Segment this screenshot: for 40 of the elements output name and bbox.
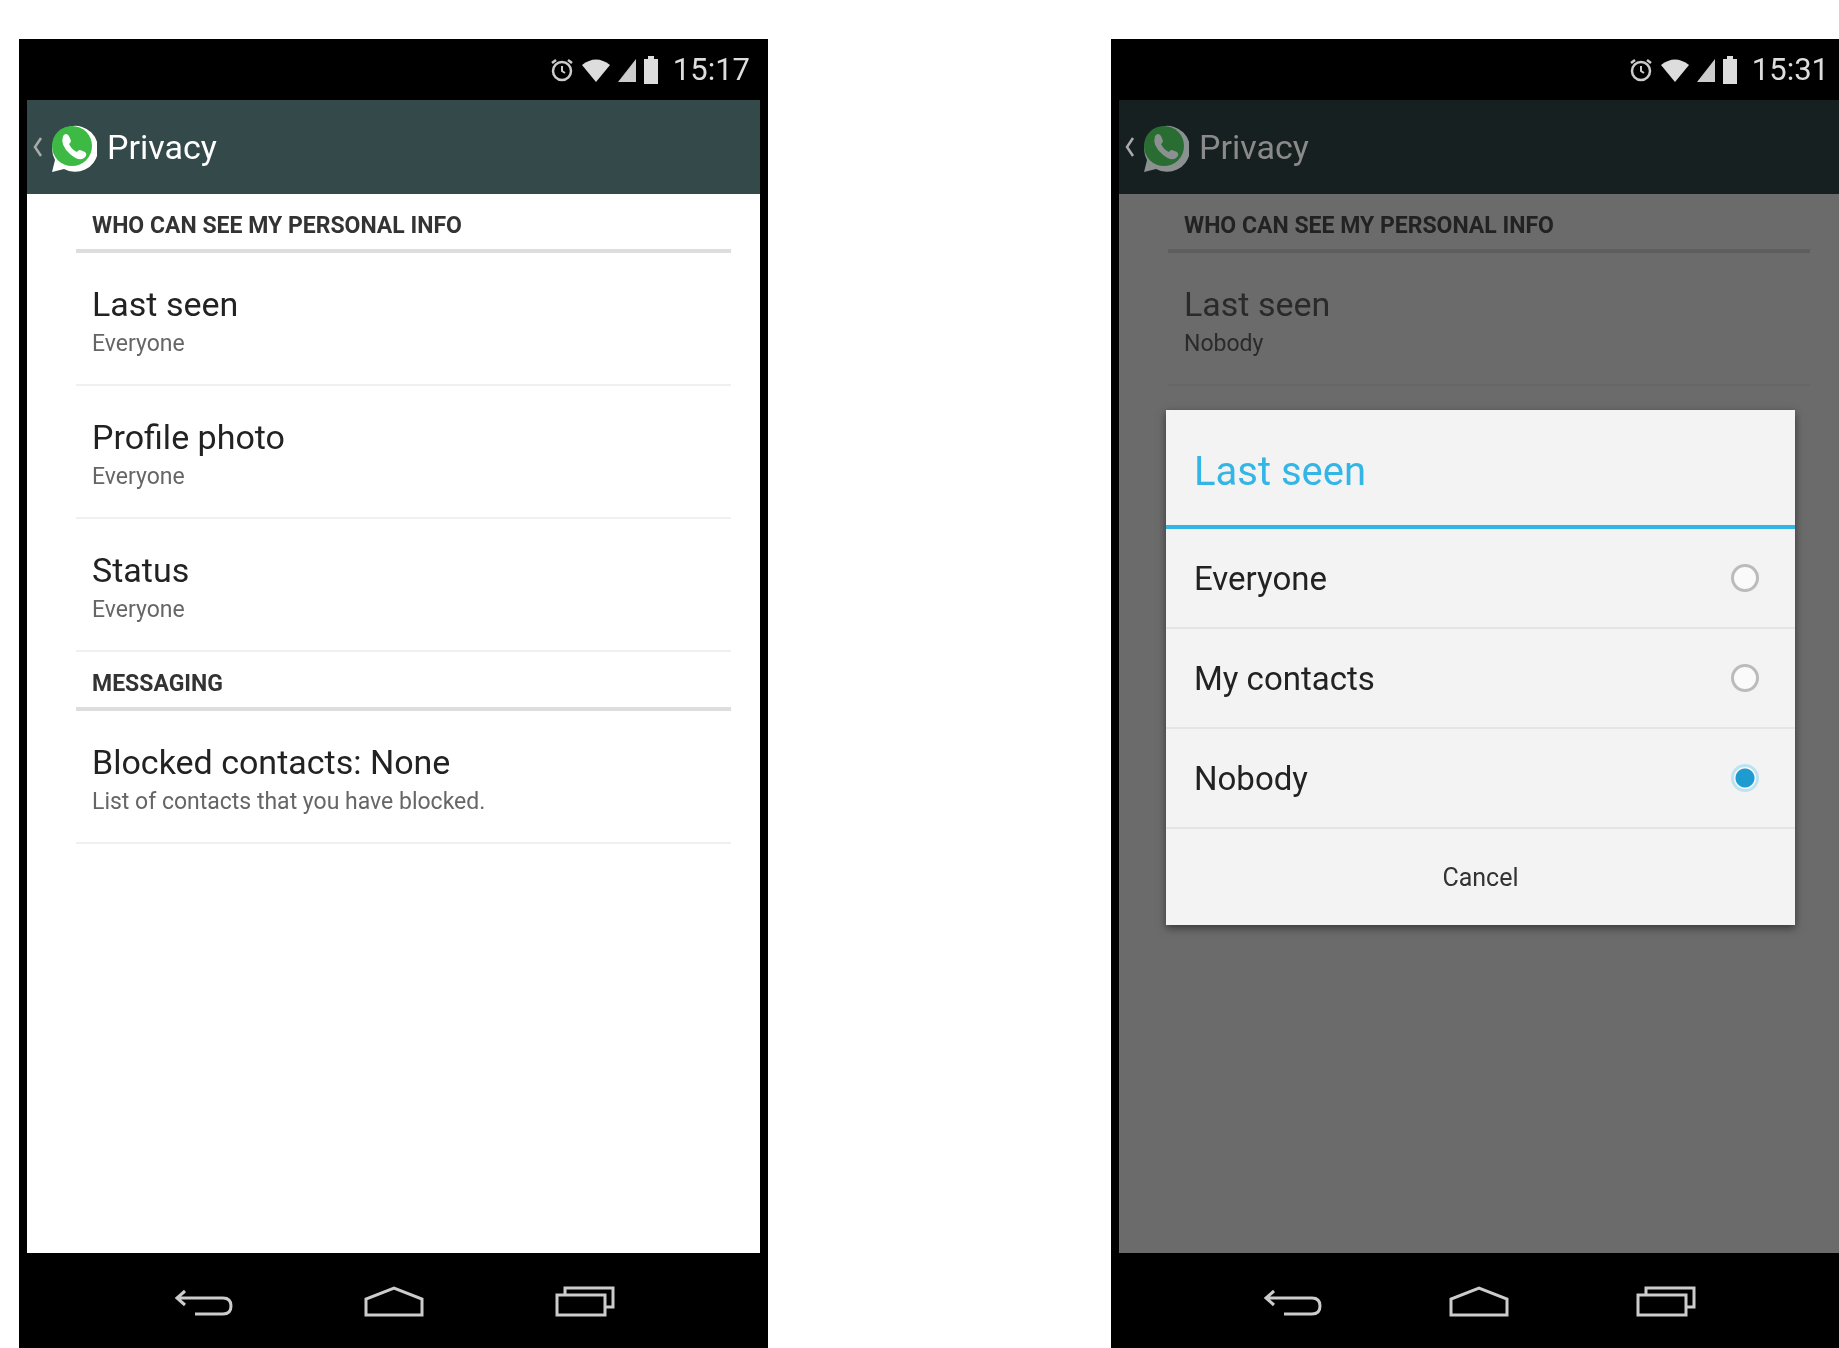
radio-button[interactable]: [1731, 764, 1759, 792]
status-time: 15:31: [1751, 51, 1829, 88]
item-summary: Nobody: [1184, 330, 1265, 357]
radio-button[interactable]: [1731, 564, 1759, 592]
section-header: WHO CAN SEE MY PERSONAL INFO: [1168, 194, 1810, 253]
item-summary: List of contacts that you have blocked.: [92, 788, 487, 815]
item-summary: Everyone: [92, 463, 186, 490]
option-label: My contacts: [1194, 658, 1375, 698]
battery-icon: [642, 55, 659, 84]
radio-button[interactable]: [1731, 664, 1759, 692]
item-summary: Everyone: [92, 330, 186, 357]
app-bar-title: Privacy: [1199, 127, 1309, 167]
item-title: Blocked contacts: None: [92, 742, 452, 782]
cancel-button[interactable]: Cancel: [1166, 829, 1795, 925]
settings-item[interactable]: Blocked contacts: None List of contacts that you have blocked.: [76, 711, 731, 844]
settings-item[interactable]: Profile photo Everyone: [76, 386, 731, 519]
option-row[interactable]: My contacts: [1166, 629, 1795, 729]
dialog-title: Last seen: [1166, 410, 1795, 529]
item-title: Profile photo: [92, 417, 286, 457]
section-header: MESSAGING: [76, 652, 731, 711]
back-caret-icon: [1125, 136, 1135, 158]
item-title: Last seen: [92, 284, 240, 324]
battery-icon: [1721, 55, 1738, 84]
item-title: Last seen: [1184, 284, 1332, 324]
home-icon: [1449, 1284, 1509, 1317]
option-row[interactable]: Nobody: [1166, 729, 1795, 829]
recent-apps-icon: [1635, 1284, 1696, 1317]
item-title: Status: [92, 550, 191, 590]
home-icon: [363, 1284, 424, 1317]
option-label: Nobody: [1194, 758, 1308, 798]
recent-apps-icon: [554, 1284, 615, 1317]
back-caret-icon: [33, 136, 43, 158]
option-label: Everyone: [1194, 558, 1327, 598]
settings-item[interactable]: Status Everyone: [76, 519, 731, 652]
settings-item[interactable]: Last seen Everyone: [76, 253, 731, 386]
section-header: WHO CAN SEE MY PERSONAL INFO: [76, 194, 731, 253]
app-bar-title: Privacy: [107, 127, 217, 167]
item-summary: Everyone: [92, 596, 186, 623]
option-row[interactable]: Everyone: [1166, 529, 1795, 629]
status-time: 15:17: [672, 51, 750, 88]
